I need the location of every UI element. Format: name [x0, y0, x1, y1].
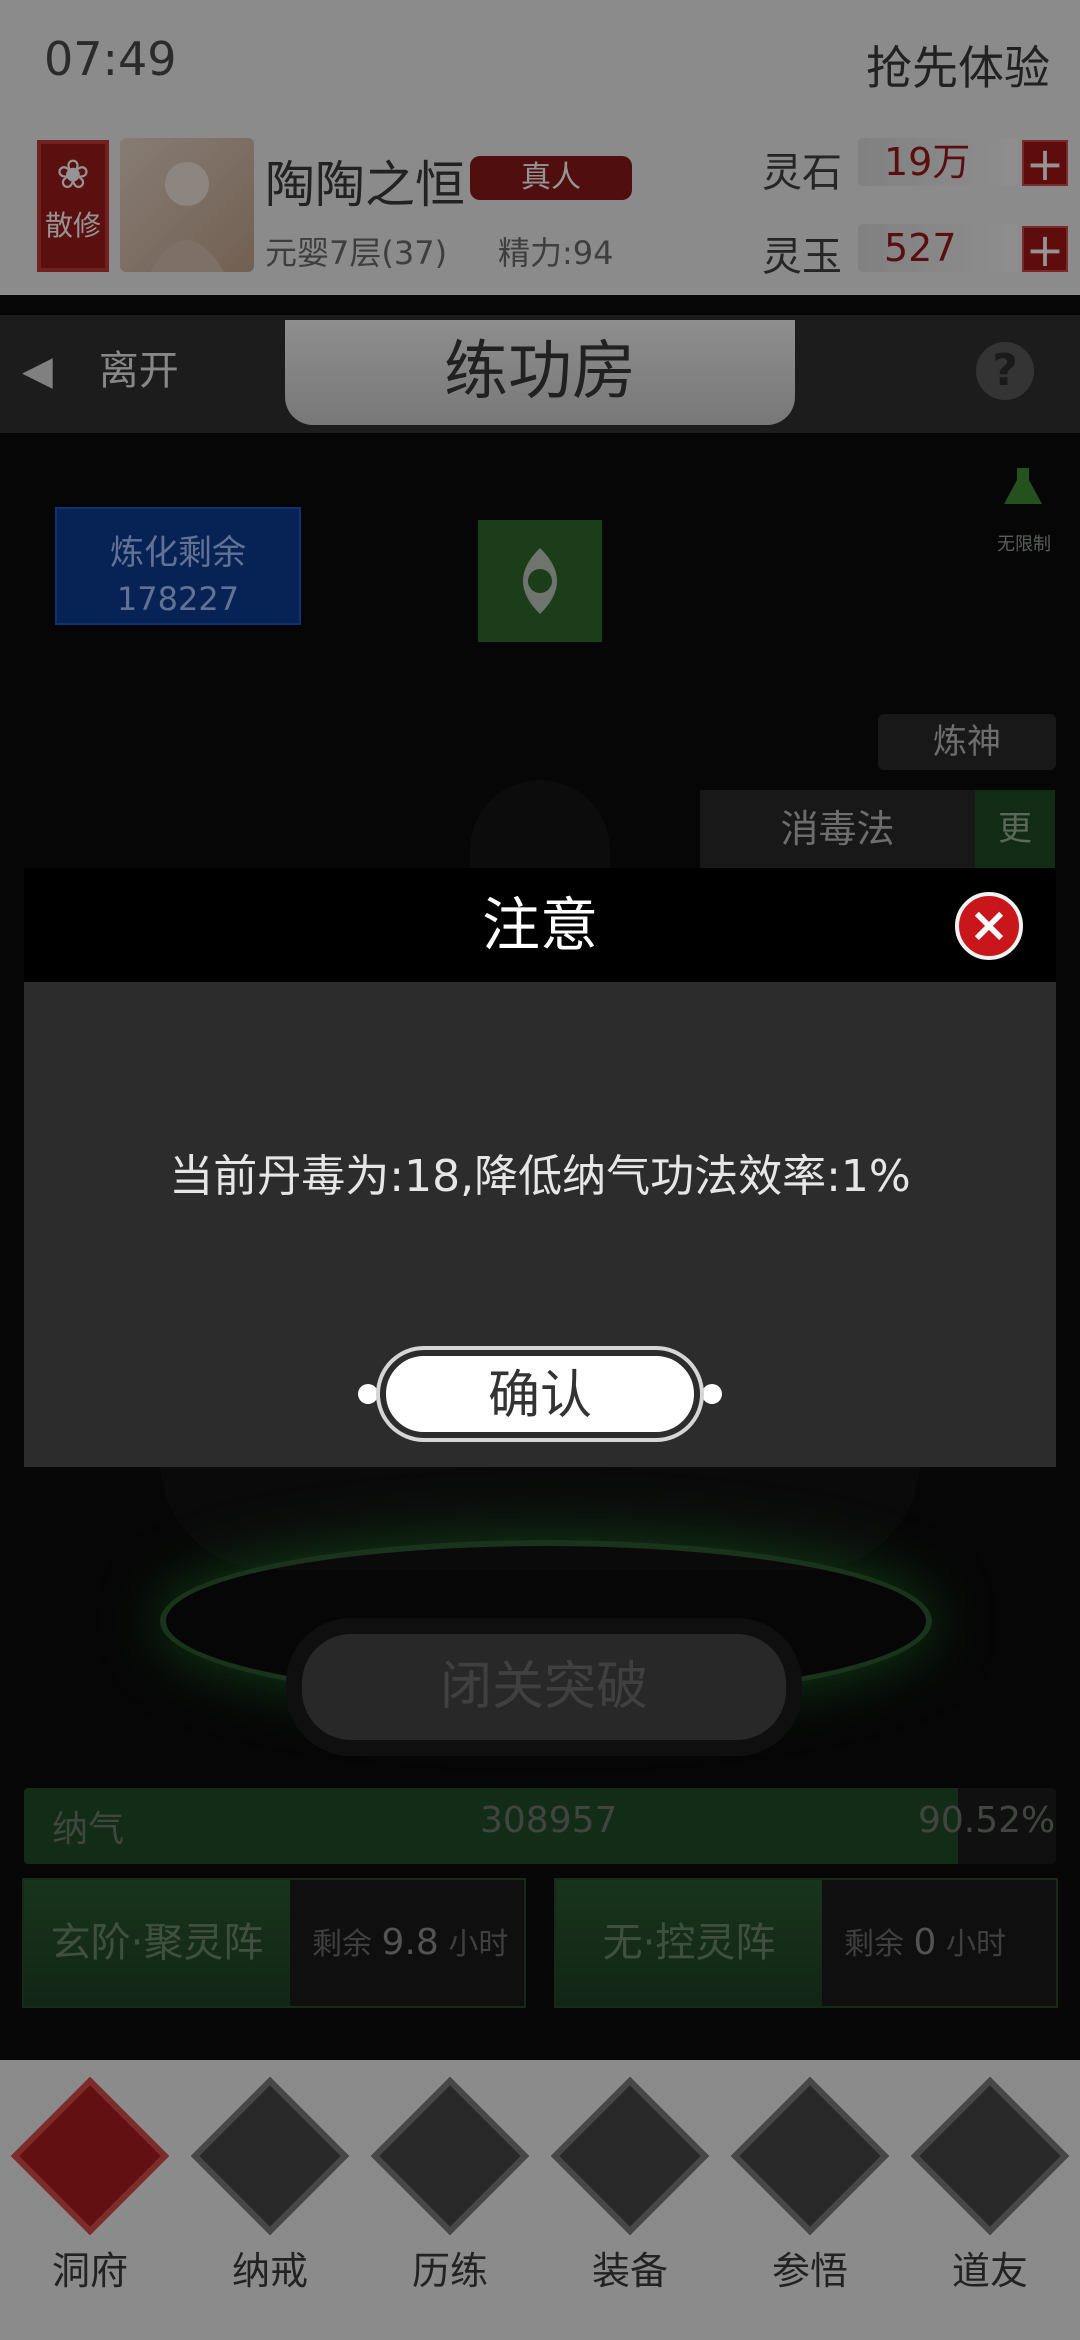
- button-ornament-left: [358, 1384, 378, 1404]
- dialog-message: 当前丹毒为:18,降低纳气功法效率:1%: [169, 1151, 911, 1202]
- button-ornament-right: [702, 1384, 722, 1404]
- dialog-title: 注意: [481, 891, 598, 959]
- close-dialog-icon[interactable]: ×: [955, 892, 1023, 960]
- confirm-button[interactable]: 确认: [380, 1350, 700, 1438]
